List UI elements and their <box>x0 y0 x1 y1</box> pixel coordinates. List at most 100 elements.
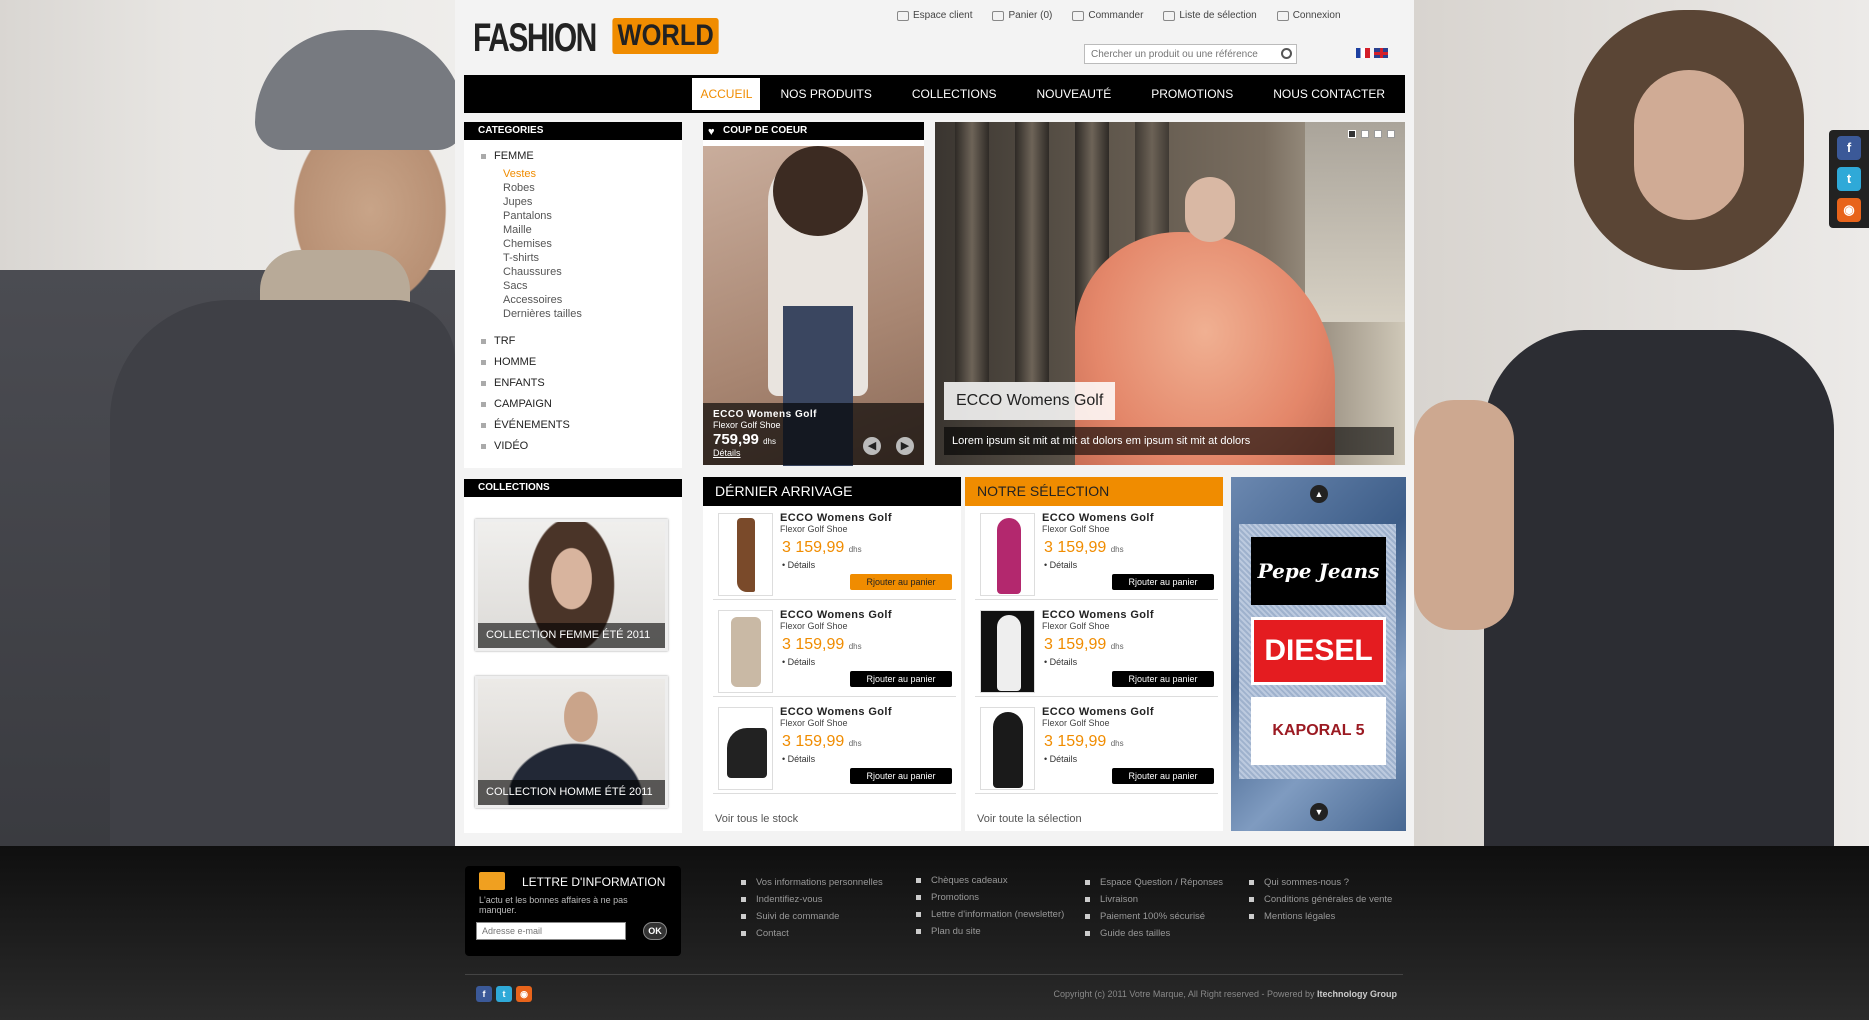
brand-kaporal[interactable]: KAPORAL 5 <box>1251 697 1386 765</box>
product-thumbnail[interactable] <box>980 513 1035 596</box>
product-thumbnail[interactable] <box>980 707 1035 790</box>
french-flag-icon[interactable] <box>1356 48 1370 58</box>
order-link[interactable]: Commander <box>1072 10 1143 21</box>
footer-link[interactable]: Mentions légales <box>1249 908 1392 925</box>
english-flag-icon[interactable] <box>1374 48 1388 58</box>
product-thumbnail[interactable] <box>718 513 773 596</box>
search-input[interactable] <box>1085 45 1270 63</box>
product-thumbnail[interactable] <box>718 707 773 790</box>
footer-link[interactable]: Chèques cadeaux <box>916 872 1064 889</box>
coup-product-image[interactable]: ECCO Womens Golf Flexor Golf Shoe 759,99… <box>703 146 924 466</box>
newsletter-email-input[interactable] <box>476 922 626 940</box>
product-thumbnail[interactable] <box>980 610 1035 693</box>
subcategory-item[interactable]: Accessoires <box>503 293 682 307</box>
slider-dot[interactable] <box>1361 130 1369 138</box>
nav-collections[interactable]: COLLECTIONS <box>892 75 1017 113</box>
subcategory-item[interactable]: T-shirts <box>503 251 682 265</box>
slider-dot[interactable] <box>1348 130 1356 138</box>
nav-nous-contacter[interactable]: NOUS CONTACTER <box>1253 75 1405 113</box>
category-campaign[interactable]: CAMPAIGN <box>481 398 682 410</box>
powered-by-link[interactable]: Itechnology Group <box>1317 989 1397 999</box>
add-to-cart-button[interactable]: Rjouter au panier <box>1112 768 1214 784</box>
footer-link[interactable]: Conditions générales de vente <box>1249 891 1392 908</box>
details-link[interactable]: • Détails <box>782 657 815 667</box>
account-link[interactable]: Espace client <box>897 10 972 21</box>
subcategory-item[interactable]: Dernières tailles <box>503 307 682 321</box>
footer-link[interactable]: Promotions <box>916 889 1064 906</box>
add-to-cart-button[interactable]: Rjouter au panier <box>850 768 952 784</box>
subcategory-item[interactable]: Maille <box>503 223 682 237</box>
add-to-cart-button[interactable]: Rjouter au panier <box>1112 671 1214 687</box>
coup-de-coeur-panel: ♥ COUP DE COEUR ECCO Womens Golf Flexor … <box>703 122 924 466</box>
subcategory-item[interactable]: Pantalons <box>503 209 682 223</box>
brands-carousel: ▲ Pepe Jeans DIESEL KAPORAL 5 ▼ <box>1231 477 1406 831</box>
footer-link[interactable]: Espace Question / Réponses <box>1085 874 1223 891</box>
product-thumbnail[interactable] <box>718 610 773 693</box>
subcategory-item[interactable]: Jupes <box>503 195 682 209</box>
footer-link[interactable]: Contact <box>741 925 883 942</box>
twitter-icon[interactable]: t <box>1837 167 1861 191</box>
add-to-cart-button[interactable]: Rjouter au panier <box>1112 574 1214 590</box>
details-link[interactable]: • Détails <box>782 754 815 764</box>
search-icon[interactable] <box>1281 48 1292 59</box>
login-link[interactable]: Connexion <box>1276 10 1341 21</box>
top-navigation: Espace client Panier (0) Commander Liste… <box>897 10 1341 21</box>
nav-accueil[interactable]: ACCUEIL <box>692 78 761 110</box>
category-evenements[interactable]: ÉVÉNEMENTS <box>481 419 682 431</box>
add-to-cart-button[interactable]: Rjouter au panier <box>850 671 952 687</box>
newsletter-ok-button[interactable]: OK <box>643 922 667 940</box>
details-link[interactable]: • Détails <box>782 560 815 570</box>
category-trf[interactable]: TRF <box>481 335 682 347</box>
voir-toute-selection-link[interactable]: Voir toute la sélection <box>977 813 1082 825</box>
cart-link[interactable]: Panier (0) <box>992 10 1052 21</box>
brand-pepe-jeans[interactable]: Pepe Jeans <box>1251 537 1386 605</box>
chevron-up-icon[interactable]: ▲ <box>1310 485 1328 503</box>
facebook-icon[interactable]: f <box>476 986 492 1002</box>
hero-slider[interactable]: ECCO Womens Golf Lorem ipsum sit mit at … <box>935 122 1405 465</box>
nav-nouveaute[interactable]: NOUVEAUTÉ <box>1017 75 1132 113</box>
rss-icon[interactable]: ◉ <box>1837 198 1861 222</box>
details-link[interactable]: • Détails <box>1044 754 1077 764</box>
main-navigation: ACCUEIL NOS PRODUITS COLLECTIONS NOUVEAU… <box>464 75 1405 113</box>
collection-femme-card[interactable]: COLLECTION FEMME ÉTÉ 2011 <box>475 519 668 651</box>
slider-dot[interactable] <box>1387 130 1395 138</box>
footer-link[interactable]: Vos informations personnelles <box>741 874 883 891</box>
site-logo[interactable]: FASHION WORLD <box>473 18 728 66</box>
details-link[interactable]: • Détails <box>1044 560 1077 570</box>
facebook-icon[interactable]: f <box>1837 136 1861 160</box>
next-arrow-icon[interactable]: ▶ <box>896 437 914 455</box>
footer-link[interactable]: Livraison <box>1085 891 1223 908</box>
brand-diesel[interactable]: DIESEL <box>1251 617 1386 685</box>
footer-link[interactable]: Paiement 100% sécurisé <box>1085 908 1223 925</box>
slider-dot[interactable] <box>1374 130 1382 138</box>
coup-details-link[interactable]: Détails <box>713 448 924 458</box>
footer-link[interactable]: Suivi de commande <box>741 908 883 925</box>
category-femme[interactable]: FEMME <box>481 150 682 162</box>
footer-link[interactable]: Lettre d'information (newsletter) <box>916 906 1064 923</box>
category-homme[interactable]: HOMME <box>481 356 682 368</box>
footer-link[interactable]: Guide des tailles <box>1085 925 1223 942</box>
collection-homme-card[interactable]: COLLECTION HOMME ÉTÉ 2011 <box>475 676 668 808</box>
footer-link[interactable]: Qui sommes-nous ? <box>1249 874 1392 891</box>
footer-links-column-1: Vos informations personnelles Indentifie… <box>741 874 883 942</box>
categories-title: CATEGORIES <box>464 122 682 140</box>
nav-nos-produits[interactable]: NOS PRODUITS <box>760 75 891 113</box>
details-link[interactable]: • Détails <box>1044 657 1077 667</box>
subcategory-item[interactable]: Chaussures <box>503 265 682 279</box>
wishlist-link[interactable]: Liste de sélection <box>1163 10 1257 21</box>
rss-icon[interactable]: ◉ <box>516 986 532 1002</box>
nav-promotions[interactable]: PROMOTIONS <box>1131 75 1253 113</box>
subcategory-item[interactable]: Robes <box>503 181 682 195</box>
voir-tous-stock-link[interactable]: Voir tous le stock <box>715 813 798 825</box>
subcategory-item[interactable]: Sacs <box>503 279 682 293</box>
twitter-icon[interactable]: t <box>496 986 512 1002</box>
prev-arrow-icon[interactable]: ◀ <box>863 437 881 455</box>
footer-link[interactable]: Plan du site <box>916 923 1064 940</box>
add-to-cart-button[interactable]: Rjouter au panier <box>850 574 952 590</box>
subcategory-item[interactable]: Vestes <box>503 167 682 181</box>
chevron-down-icon[interactable]: ▼ <box>1310 803 1328 821</box>
category-enfants[interactable]: ENFANTS <box>481 377 682 389</box>
footer-link[interactable]: Indentifiez-vous <box>741 891 883 908</box>
subcategory-item[interactable]: Chemises <box>503 237 682 251</box>
category-video[interactable]: VIDÉO <box>481 440 682 452</box>
